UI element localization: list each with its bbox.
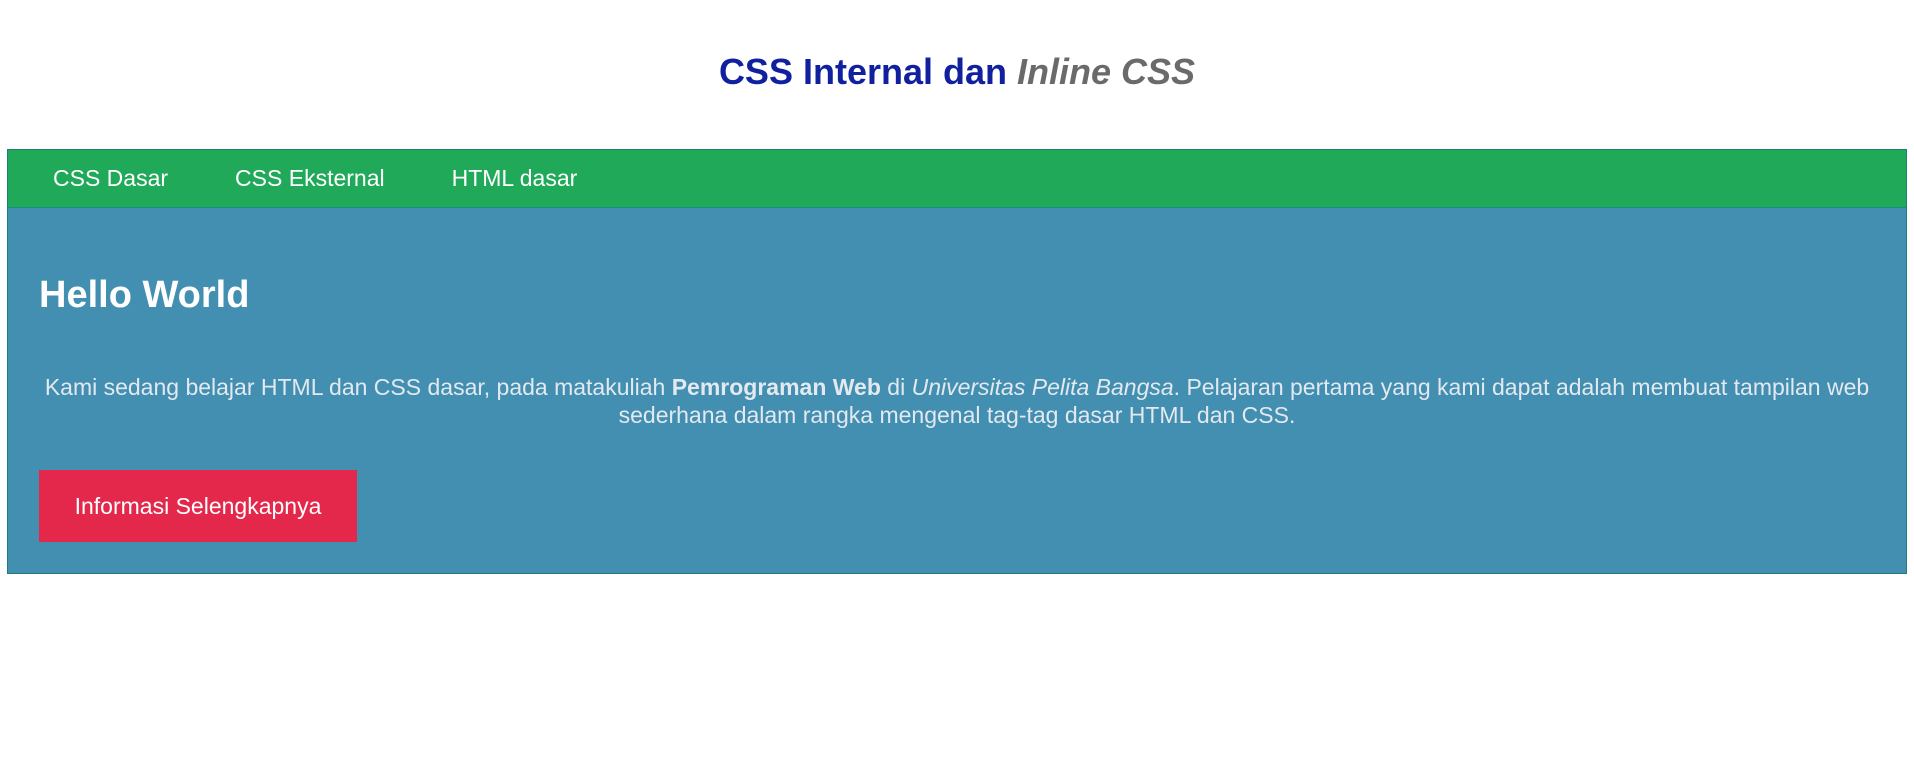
page-header: CSS Internal dan Inline CSS bbox=[0, 0, 1914, 149]
nav-item-css-eksternal[interactable]: CSS Eksternal bbox=[235, 165, 385, 192]
page-title-main: CSS Internal dan bbox=[718, 50, 1007, 92]
hero-paragraph-bold: Pemrograman Web bbox=[671, 374, 881, 400]
more-info-button[interactable]: Informasi Selengkapnya bbox=[39, 470, 357, 542]
hero-heading: Hello World bbox=[39, 274, 250, 316]
nav-item-css-dasar[interactable]: CSS Dasar bbox=[53, 165, 168, 192]
nav-item-html-dasar[interactable]: HTML dasar bbox=[452, 165, 578, 192]
content-wrapper: CSS Dasar CSS Eksternal HTML dasar Hello… bbox=[7, 149, 1907, 574]
hero-paragraph-text-2: di bbox=[880, 374, 912, 400]
hero-paragraph: Kami sedang belajar HTML dan CSS dasar, … bbox=[20, 373, 1894, 429]
page-title-alt: Inline CSS bbox=[1017, 50, 1196, 92]
hero-section: Hello World Kami sedang belajar HTML dan… bbox=[8, 208, 1906, 573]
page-title: CSS Internal dan Inline CSS bbox=[719, 51, 1195, 93]
hero-paragraph-text-1: Kami sedang belajar HTML dan CSS dasar, … bbox=[44, 374, 672, 400]
nav-bar: CSS Dasar CSS Eksternal HTML dasar bbox=[8, 150, 1906, 208]
hero-paragraph-italic: Universitas Pelita Bangsa bbox=[911, 374, 1174, 400]
